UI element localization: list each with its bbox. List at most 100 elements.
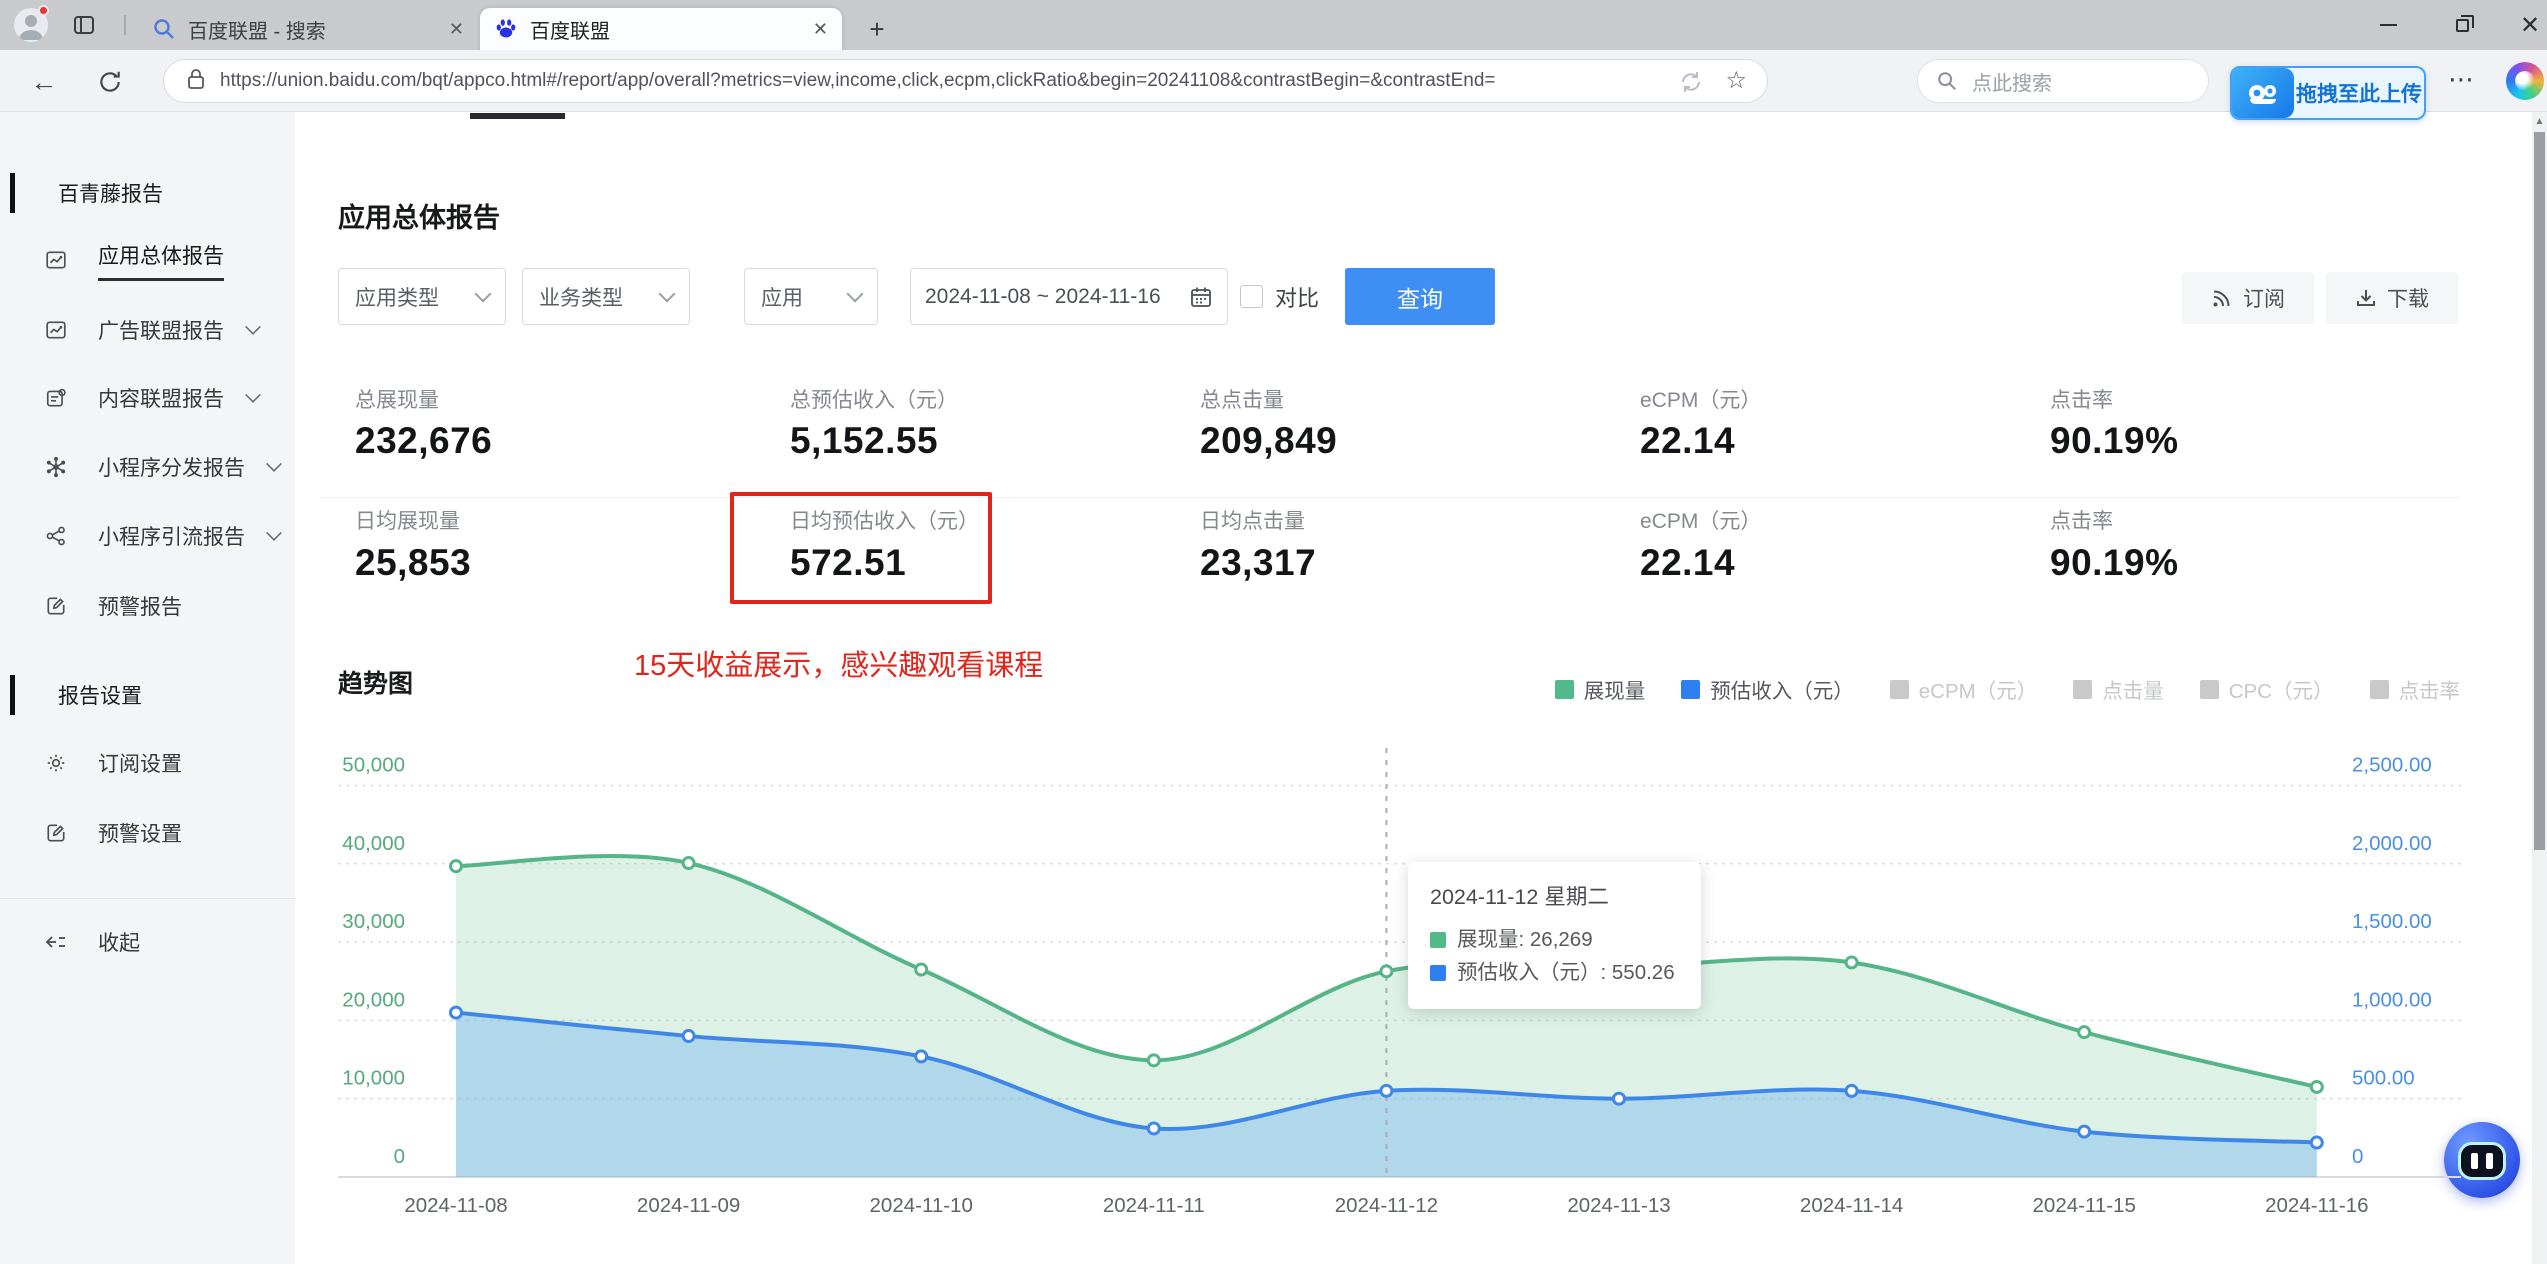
download-icon bbox=[2357, 290, 2375, 306]
legend-label: CPC（元） bbox=[2228, 680, 2334, 703]
chevron-down-icon bbox=[474, 285, 492, 303]
alert-edit-icon bbox=[44, 594, 68, 618]
legend-label: 点击量 bbox=[2102, 680, 2164, 703]
reading-mode-icon[interactable] bbox=[1679, 70, 1703, 99]
stat-value: 90.19% bbox=[2050, 542, 2179, 583]
app-type-value: 应用类型 bbox=[355, 286, 439, 310]
download-button[interactable]: 下载 bbox=[2326, 272, 2458, 324]
gear-icon bbox=[44, 751, 68, 775]
legend-label: 点击率 bbox=[2398, 680, 2461, 703]
legend-swatch bbox=[2199, 679, 2219, 699]
sidebar-item-network-0-3[interactable]: 小程序分发报告 bbox=[0, 443, 295, 491]
legend-swatch bbox=[1681, 679, 1701, 699]
tooltip-row: 展现量: 26,269 bbox=[1430, 923, 1675, 956]
chevron-down-icon bbox=[846, 285, 864, 303]
person-icon bbox=[19, 15, 43, 40]
sidebar-item-label: 内容联盟报告 bbox=[98, 388, 224, 411]
back-button[interactable]: ← bbox=[26, 64, 62, 100]
sidebar-item-report-chart-0-1[interactable]: 广告联盟报告 bbox=[0, 306, 295, 354]
robot-face-icon bbox=[2458, 1142, 2506, 1180]
stat-value: 232,676 bbox=[355, 420, 493, 461]
calendar-icon bbox=[1191, 287, 1211, 307]
page-title: 应用总体报告 bbox=[338, 203, 500, 233]
legend-swatch bbox=[1554, 679, 1574, 699]
contrast-checkbox[interactable] bbox=[1240, 285, 1263, 308]
tab-actions-icon[interactable] bbox=[72, 13, 96, 42]
sidebar-item-label: 应用总体报告 bbox=[98, 240, 224, 281]
trend-chart-title: 趋势图 bbox=[338, 670, 414, 698]
loading-indicator bbox=[470, 113, 565, 119]
legend-label: 展现量 bbox=[1583, 680, 1646, 703]
copilot-icon[interactable] bbox=[2506, 62, 2544, 100]
sidebar-item-label: 小程序分发报告 bbox=[98, 457, 245, 480]
sidebar-item-content-doc-0-2[interactable]: 内容联盟报告 bbox=[0, 374, 295, 422]
address-bar[interactable]: https://union.baidu.com/bqt/appco.html#/… bbox=[163, 59, 1768, 103]
sidebar-item-share-0-4[interactable]: 小程序引流报告 bbox=[0, 512, 295, 560]
stat-value: 22.14 bbox=[1640, 420, 1736, 461]
baidu-paw-favicon bbox=[494, 17, 518, 41]
stat-value: 23,317 bbox=[1200, 542, 1317, 583]
chevron-down-icon bbox=[266, 456, 282, 472]
browser-tab-search[interactable]: 百度联盟 - 搜索 ✕ bbox=[138, 8, 478, 50]
sidebar-item-gear-1-0[interactable]: 订阅设置 bbox=[0, 739, 295, 787]
refresh-button[interactable] bbox=[92, 64, 128, 100]
new-tab-button[interactable]: + bbox=[862, 14, 892, 45]
legend-label: eCPM（元） bbox=[1918, 680, 2038, 703]
report-chart-icon bbox=[44, 248, 68, 272]
legend-item[interactable]: eCPM（元） bbox=[1889, 674, 2038, 704]
query-button[interactable]: 查询 bbox=[1345, 268, 1495, 325]
tab-close-icon[interactable]: ✕ bbox=[449, 19, 464, 40]
window-restore-button[interactable] bbox=[2434, 0, 2490, 50]
url-text: https://union.baidu.com/bqt/appco.html#/… bbox=[220, 70, 1496, 91]
chevron-down-icon bbox=[266, 525, 282, 541]
highlight-red-box bbox=[730, 492, 992, 604]
sidebar-item-label: 预警设置 bbox=[98, 823, 182, 846]
stat-label: 总点击量 bbox=[1200, 389, 1284, 412]
biz-type-select[interactable]: 业务类型 bbox=[522, 268, 690, 325]
browser-window: 百度联盟 - 搜索 ✕ 百度联盟 ✕ + ✕ ← https://union.b… bbox=[0, 0, 2547, 1264]
legend-item[interactable]: 点击率 bbox=[2369, 674, 2461, 704]
date-range-picker[interactable]: 2024-11-08 ~ 2024-11-16 bbox=[910, 268, 1228, 325]
legend-item[interactable]: CPC（元） bbox=[2199, 674, 2334, 704]
legend-item[interactable]: 预估收入（元） bbox=[1681, 674, 1854, 704]
assistant-bot-button[interactable] bbox=[2444, 1122, 2520, 1198]
tab-close-icon[interactable]: ✕ bbox=[813, 19, 828, 40]
browser-tab-union[interactable]: 百度联盟 ✕ bbox=[480, 8, 842, 50]
netdisk-upload-label: 拖拽至此上传 bbox=[2296, 83, 2422, 106]
sidebar-collapse-button[interactable]: 收起 bbox=[0, 918, 295, 966]
legend-item[interactable]: 展现量 bbox=[1554, 674, 1646, 704]
stat-value: 22.14 bbox=[1640, 542, 1736, 583]
sidebar-item-label: 广告联盟报告 bbox=[98, 320, 224, 343]
subscribe-button[interactable]: 订阅 bbox=[2182, 272, 2314, 324]
sidebar: 百青藤报告应用总体报告广告联盟报告 内容联盟报告 小程序分发报告小程序引流报告 预警报… bbox=[0, 112, 295, 1264]
browser-menu-icon[interactable]: ⋯ bbox=[2448, 64, 2476, 95]
stat-value: 5,152.55 bbox=[790, 420, 939, 461]
sidebar-item-alert-edit-1-1[interactable]: 预警设置 bbox=[0, 809, 295, 857]
scrollbar-thumb[interactable] bbox=[2534, 132, 2545, 850]
stat-label: 点击率 bbox=[2050, 389, 2113, 412]
tooltip-row: 预估收入（元）: 550.26 bbox=[1430, 956, 1675, 989]
network-icon bbox=[44, 455, 68, 479]
sidebar-item-label: 订阅设置 bbox=[98, 753, 182, 776]
app-type-select[interactable]: 应用类型 bbox=[338, 268, 506, 325]
contrast-label: 对比 bbox=[1275, 285, 1320, 311]
netdisk-upload-button[interactable]: 拖拽至此上传 bbox=[2230, 66, 2426, 120]
scrollbar-up-arrow[interactable]: ▲ bbox=[2534, 116, 2545, 127]
favorite-star-icon[interactable]: ☆ bbox=[1725, 66, 1747, 95]
stats-divider bbox=[320, 497, 2460, 498]
sidebar-section-header: 百青藤报告 bbox=[0, 171, 295, 215]
window-minimize-button[interactable] bbox=[2360, 0, 2416, 50]
share-icon bbox=[44, 524, 68, 548]
report-chart-icon bbox=[44, 318, 68, 342]
sidebar-item-alert-edit-0-5[interactable]: 预警报告 bbox=[0, 582, 295, 630]
chevron-down-icon bbox=[245, 387, 261, 403]
lock-icon[interactable] bbox=[186, 68, 206, 95]
sidebar-item-report-chart-0-0[interactable]: 应用总体报告 bbox=[0, 236, 295, 284]
window-close-button[interactable]: ✕ bbox=[2502, 0, 2547, 50]
chevron-down-icon bbox=[658, 285, 676, 303]
app-select[interactable]: 应用 bbox=[744, 268, 878, 325]
stat-label: 总预估收入（元） bbox=[790, 389, 958, 412]
legend-item[interactable]: 点击量 bbox=[2073, 674, 2164, 704]
red-annotation-text: 15天收益展示，感兴趣观看课程 bbox=[634, 650, 1044, 682]
quick-search-box[interactable]: 点此搜索 bbox=[1917, 59, 2209, 103]
